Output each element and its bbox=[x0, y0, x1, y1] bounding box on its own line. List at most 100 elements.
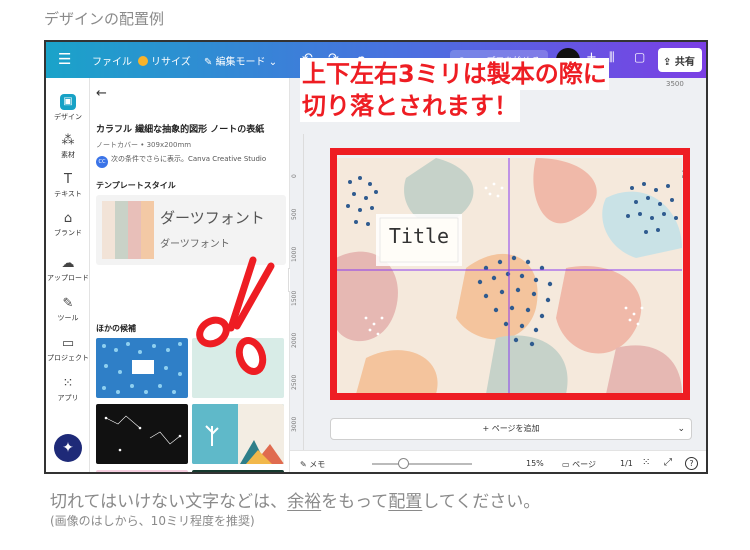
template-thumbnail[interactable] bbox=[192, 470, 284, 472]
nav-label: ブランド bbox=[54, 229, 82, 237]
note-text: してください。 bbox=[422, 492, 541, 512]
share-label: 共有 bbox=[674, 57, 695, 68]
zoom-level[interactable]: 15% bbox=[526, 459, 544, 468]
fullscreen-icon[interactable]: ⤢ bbox=[664, 457, 672, 468]
vertical-ruler: 0 500 1000 1500 2000 2500 3000 bbox=[290, 134, 304, 454]
nav-label: テキスト bbox=[54, 190, 82, 198]
author-line[interactable]: CC 次の条件でさらに表示。Canva Creative Studio bbox=[96, 154, 266, 168]
crown-icon bbox=[138, 56, 148, 66]
nav-label: アプリ bbox=[57, 394, 79, 402]
template-style-heading: テンプレートスタイル bbox=[96, 181, 176, 190]
zoom-slider-handle[interactable] bbox=[398, 458, 409, 469]
pages-label: ページ bbox=[572, 460, 596, 469]
nav-item-text[interactable]: T テキスト bbox=[46, 172, 90, 199]
ruler-mark: 1500 bbox=[291, 290, 298, 306]
color-swatch bbox=[141, 201, 154, 259]
edit-mode-dropdown[interactable]: ✎ 編集モード ⌄ bbox=[204, 53, 277, 68]
nav-item-elements[interactable]: ⁂ 素材 bbox=[46, 133, 90, 160]
note-emphasis: 配置 bbox=[388, 492, 423, 512]
tools-icon: ✎ bbox=[62, 296, 74, 311]
nav-label: 素材 bbox=[61, 151, 75, 159]
memo-icon: ✎ bbox=[300, 460, 310, 469]
design-icon: ▣ bbox=[60, 94, 76, 110]
nav-item-projects[interactable]: ▭ プロジェクト bbox=[46, 336, 90, 363]
projects-icon: ▭ bbox=[61, 336, 75, 351]
ruler-mark: 1000 bbox=[291, 246, 298, 262]
pages-button[interactable]: ▭ ページ bbox=[562, 459, 596, 470]
callout-line-2: 切り落とされます！ bbox=[300, 90, 520, 122]
template-thumbnail[interactable] bbox=[192, 404, 284, 464]
nav-item-upload[interactable]: ☁ アップロード bbox=[46, 256, 90, 283]
pages-icon: ▭ bbox=[562, 460, 573, 469]
nav-label: デザイン bbox=[54, 113, 82, 121]
stats-icon[interactable]: ⫼ bbox=[609, 50, 615, 65]
menu-icon[interactable]: ☰ bbox=[58, 50, 71, 68]
bleed-callout: 上下左右3ミリは製本の際に 切り落とされます！ bbox=[300, 58, 609, 122]
back-arrow-icon[interactable]: ← bbox=[96, 86, 107, 101]
zoom-slider[interactable] bbox=[372, 463, 472, 465]
bleed-area-frame bbox=[330, 148, 690, 400]
upload-share-icon: ⇪ bbox=[663, 57, 675, 68]
ruler-mark: 0 bbox=[291, 174, 298, 178]
memo-button[interactable]: ✎ メモ bbox=[300, 459, 325, 470]
nav-label: プロジェクト bbox=[47, 354, 89, 362]
other-candidates-heading: ほかの候補 bbox=[96, 324, 136, 333]
magic-sparkle-button[interactable]: ✦ bbox=[54, 434, 82, 462]
font-sample-large: ダーツフォント bbox=[160, 209, 265, 227]
note-emphasis: 余裕 bbox=[287, 492, 322, 512]
chevron-down-icon[interactable]: ⌄ bbox=[677, 419, 685, 439]
file-menu-button[interactable]: ファイル bbox=[92, 53, 132, 68]
color-swatch bbox=[115, 201, 128, 259]
nav-item-apps[interactable]: ⁙ アプリ bbox=[46, 376, 90, 403]
pencil-icon: ✎ bbox=[204, 57, 216, 68]
color-swatch bbox=[102, 201, 115, 259]
nav-item-tools[interactable]: ✎ ツール bbox=[46, 296, 90, 323]
template-thumbnail[interactable] bbox=[96, 338, 188, 398]
nav-item-design[interactable]: ▣ デザイン bbox=[46, 94, 90, 122]
horizontal-ruler-mark: 3500 bbox=[666, 80, 684, 88]
edit-mode-label: 編集モード bbox=[215, 57, 266, 68]
ruler-mark: 3000 bbox=[291, 416, 298, 432]
font-sample-small: ダーツフォント bbox=[160, 239, 230, 250]
author-avatar: CC bbox=[96, 156, 108, 168]
elements-icon: ⁂ bbox=[61, 133, 75, 148]
add-page-label: + ページを追加 bbox=[482, 424, 540, 433]
callout-line-1: 上下左右3ミリは製本の際に bbox=[300, 58, 609, 90]
nav-label: ツール bbox=[57, 314, 79, 322]
comment-icon[interactable]: ▢ bbox=[634, 50, 645, 64]
template-thumbnail[interactable] bbox=[96, 404, 188, 464]
placement-subnote: (画像のはしから、10ミリ程度を推奨) bbox=[50, 514, 255, 528]
upload-icon: ☁ bbox=[61, 256, 75, 271]
brand-icon: ⌂ bbox=[63, 211, 73, 226]
resize-button[interactable]: リサイズ bbox=[138, 53, 191, 68]
template-thumbnail[interactable] bbox=[96, 470, 188, 472]
ruler-mark: 2500 bbox=[291, 374, 298, 390]
note-text: をもって bbox=[321, 492, 389, 512]
author-text: 次の条件でさらに表示。Canva Creative Studio bbox=[111, 155, 267, 163]
note-text: 切れてはいけない文字などは、 bbox=[50, 492, 288, 512]
left-nav: ▣ デザイン ⁂ 素材 T テキスト ⌂ ブランド ☁ アップロード ✎ ツール ▭ プロジェ… bbox=[46, 78, 90, 472]
nav-item-brand[interactable]: ⌂ ブランド bbox=[46, 211, 90, 238]
apps-icon: ⁙ bbox=[62, 376, 74, 391]
status-bar: ✎ メモ 15% ▭ ページ 1/1 ⁙ ⤢ ? bbox=[290, 450, 706, 472]
mountain-pattern bbox=[192, 404, 284, 464]
page-count: 1/1 bbox=[620, 459, 633, 468]
template-meta: ノートカバー • 309x200mm bbox=[96, 141, 192, 149]
constellation-pattern bbox=[104, 415, 182, 452]
template-style-card[interactable]: ダーツフォント ダーツフォント bbox=[96, 195, 286, 265]
template-title: カラフル 繊細な抽象的図形 ノートの表紙 bbox=[96, 125, 265, 135]
nav-label: アップロード bbox=[47, 274, 89, 282]
placement-note: 切れてはいけない文字などは、余裕をもって配置してください。 bbox=[50, 487, 540, 512]
add-page-button[interactable]: + ページを追加 ⌄ bbox=[330, 418, 692, 440]
page-title: デザインの配置例 bbox=[44, 10, 165, 28]
color-swatch bbox=[128, 201, 141, 259]
grid-view-icon[interactable]: ⁙ bbox=[642, 457, 650, 468]
ruler-mark: 500 bbox=[291, 208, 298, 220]
resize-label: リサイズ bbox=[151, 57, 191, 68]
text-icon: T bbox=[64, 172, 72, 187]
memo-label: メモ bbox=[309, 460, 326, 469]
share-button[interactable]: ⇪ 共有 bbox=[658, 48, 702, 72]
chevron-down-icon: ⌄ bbox=[265, 57, 278, 68]
help-button[interactable]: ? bbox=[685, 457, 698, 470]
blue-dots-pattern bbox=[102, 342, 182, 394]
